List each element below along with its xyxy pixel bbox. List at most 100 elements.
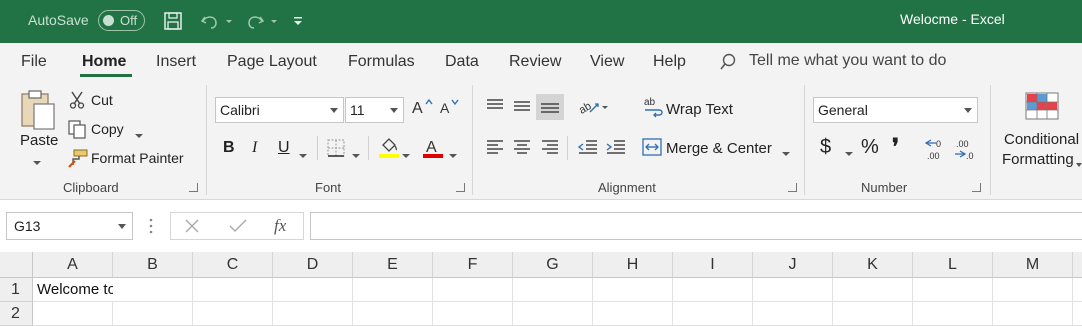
font-size-combo[interactable]: 11 [345,97,404,123]
borders-dropdown-icon[interactable] [352,147,360,163]
column-header-f[interactable]: F [433,252,513,278]
column-header-d[interactable]: D [273,252,353,278]
font-color-icon[interactable]: A [421,136,445,163]
conditional-formatting-icon[interactable] [1024,91,1062,126]
redo-icon[interactable] [244,10,268,32]
fill-color-icon[interactable] [377,136,401,163]
merge-center-button[interactable]: Merge & Center [666,140,772,157]
currency-dropdown-icon[interactable] [845,145,853,161]
undo-icon[interactable] [199,10,223,32]
tab-view[interactable]: View [590,53,624,71]
comma-style-button[interactable]: ❜ [892,134,899,160]
underline-button[interactable]: U [278,139,290,157]
row-header-1[interactable]: 1 [0,278,33,302]
column-header-m[interactable]: M [993,252,1073,278]
cell-j1[interactable] [753,278,833,302]
tab-review[interactable]: Review [509,53,561,71]
cell-g1[interactable] [513,278,593,302]
copy-button[interactable]: Copy [91,121,124,137]
font-color-dropdown-icon[interactable] [449,147,457,163]
copy-icon[interactable] [67,119,87,142]
number-format-combo[interactable]: General [813,97,978,123]
decrease-decimal-icon[interactable]: .00.0 [952,136,978,165]
enter-check-icon[interactable] [229,218,247,237]
copy-dropdown-icon[interactable] [135,127,143,143]
cell-m1[interactable] [993,278,1073,302]
format-painter-button[interactable]: Format Painter [91,150,184,166]
merge-center-icon[interactable] [641,137,663,160]
tell-me-search[interactable]: Tell me what you want to do [749,52,946,70]
column-header-k[interactable]: K [833,252,913,278]
cell-h1[interactable] [593,278,673,302]
cell-f1[interactable] [433,278,513,302]
tab-help[interactable]: Help [653,53,686,71]
cell-k2[interactable] [833,302,913,326]
merge-dropdown-icon[interactable] [782,145,790,161]
redo-dropdown-icon[interactable] [269,10,281,32]
fill-color-dropdown-icon[interactable] [402,147,410,163]
increase-font-size-icon[interactable]: A [412,97,434,120]
wrap-text-button[interactable]: Wrap Text [666,101,733,118]
cell-k1[interactable] [833,278,913,302]
wrap-text-icon[interactable]: ab [644,96,666,121]
row-header-2[interactable]: 2 [0,302,33,326]
tab-page-layout[interactable]: Page Layout [227,53,317,71]
cell-j2[interactable] [753,302,833,326]
font-launcher-icon[interactable] [456,183,465,192]
cell-d2[interactable] [273,302,353,326]
percent-button[interactable]: % [861,136,879,159]
increase-indent-icon[interactable] [605,137,627,160]
cell-g2[interactable] [513,302,593,326]
cell-partial-1[interactable] [1073,278,1082,302]
format-painter-icon[interactable] [67,148,89,171]
cell-m2[interactable] [993,302,1073,326]
undo-dropdown-icon[interactable] [224,10,236,32]
cell-i2[interactable] [673,302,753,326]
number-launcher-icon[interactable] [972,183,981,192]
formula-input[interactable] [310,212,1082,240]
align-right-icon[interactable] [539,137,561,160]
cell-d1[interactable] [273,278,353,302]
font-name-combo[interactable]: Calibri [215,97,344,123]
cell-c1[interactable] [193,278,273,302]
tab-data[interactable]: Data [445,53,479,71]
column-header-b[interactable]: B [113,252,193,278]
cell-l1[interactable] [913,278,993,302]
column-header-i[interactable]: I [673,252,753,278]
column-header-l[interactable]: L [913,252,993,278]
underline-dropdown-icon[interactable] [299,147,307,163]
column-header-c[interactable]: C [193,252,273,278]
italic-button[interactable]: I [252,139,257,157]
customize-toolbar-icon[interactable] [292,10,306,32]
tab-formulas[interactable]: Formulas [348,53,415,71]
conditional-formatting-label[interactable]: Conditional [1004,131,1079,148]
clipboard-launcher-icon[interactable] [189,183,198,192]
align-bottom-icon[interactable] [536,94,564,120]
conditional-dropdown-icon[interactable] [1076,156,1082,172]
cell-f2[interactable] [433,302,513,326]
align-center-icon[interactable] [511,137,533,160]
formatting-label[interactable]: Formatting [1002,151,1074,168]
cell-e1[interactable] [353,278,433,302]
column-header-h[interactable]: H [593,252,673,278]
scissors-icon[interactable] [69,91,85,112]
cell-b2[interactable] [113,302,193,326]
column-header-j[interactable]: J [753,252,833,278]
cell-e2[interactable] [353,302,433,326]
tab-insert[interactable]: Insert [156,53,196,71]
align-middle-icon[interactable] [511,96,533,119]
decrease-font-size-icon[interactable]: A [440,97,462,120]
currency-button[interactable]: $ [820,136,831,159]
cell-a2[interactable] [33,302,113,326]
more-dots-icon[interactable] [148,217,154,238]
align-left-icon[interactable] [484,137,506,160]
bold-button[interactable]: B [223,139,235,157]
paste-dropdown-icon[interactable] [33,154,41,170]
cell-a1[interactable]: Welcome to Python [33,278,167,302]
column-header-g[interactable]: G [513,252,593,278]
borders-icon[interactable] [326,138,346,161]
name-box[interactable]: G13 [6,212,133,240]
autosave-toggle[interactable]: Off [98,10,145,31]
select-all-corner[interactable] [0,252,33,278]
column-header-e[interactable]: E [353,252,433,278]
